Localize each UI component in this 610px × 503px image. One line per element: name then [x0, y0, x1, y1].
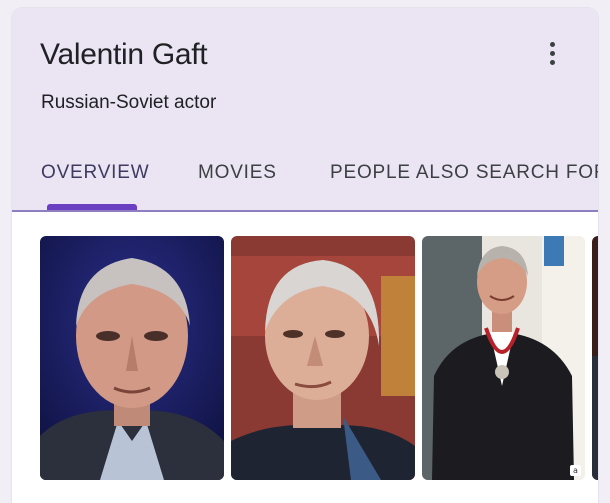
tab-movies[interactable]: MOVIES: [198, 162, 277, 184]
menu-dot: [549, 50, 555, 56]
tab-bar: OVERVIEW MOVIES PEOPLE ALSO SEARCH FOR: [12, 148, 598, 210]
portrait-photo-3: [422, 236, 585, 480]
knowledge-panel-card: Valentin Gaft Russian-Soviet actor OVERV…: [12, 8, 598, 503]
header-divider: [12, 210, 598, 212]
menu-dot: [549, 41, 555, 47]
portrait-photo-1: [40, 236, 224, 480]
tab-overview[interactable]: OVERVIEW: [41, 162, 149, 184]
menu-dot: [549, 59, 555, 65]
image-tile-3[interactable]: a: [422, 236, 585, 480]
more-vert-icon[interactable]: [538, 38, 566, 68]
image-tile-4[interactable]: [592, 236, 598, 480]
tab-people-also-search-for[interactable]: PEOPLE ALSO SEARCH FOR: [330, 162, 598, 184]
panel-header: Valentin Gaft Russian-Soviet actor OVERV…: [12, 8, 598, 210]
image-tile-1[interactable]: [40, 236, 224, 480]
portrait-photo-2: [231, 236, 415, 480]
image-tile-2[interactable]: [231, 236, 415, 480]
image-attribution-badge[interactable]: a: [570, 465, 581, 476]
portrait-photo-4: [592, 236, 598, 480]
entity-title: Valentin Gaft: [40, 38, 208, 71]
entity-description: Russian-Soviet actor: [41, 92, 217, 113]
